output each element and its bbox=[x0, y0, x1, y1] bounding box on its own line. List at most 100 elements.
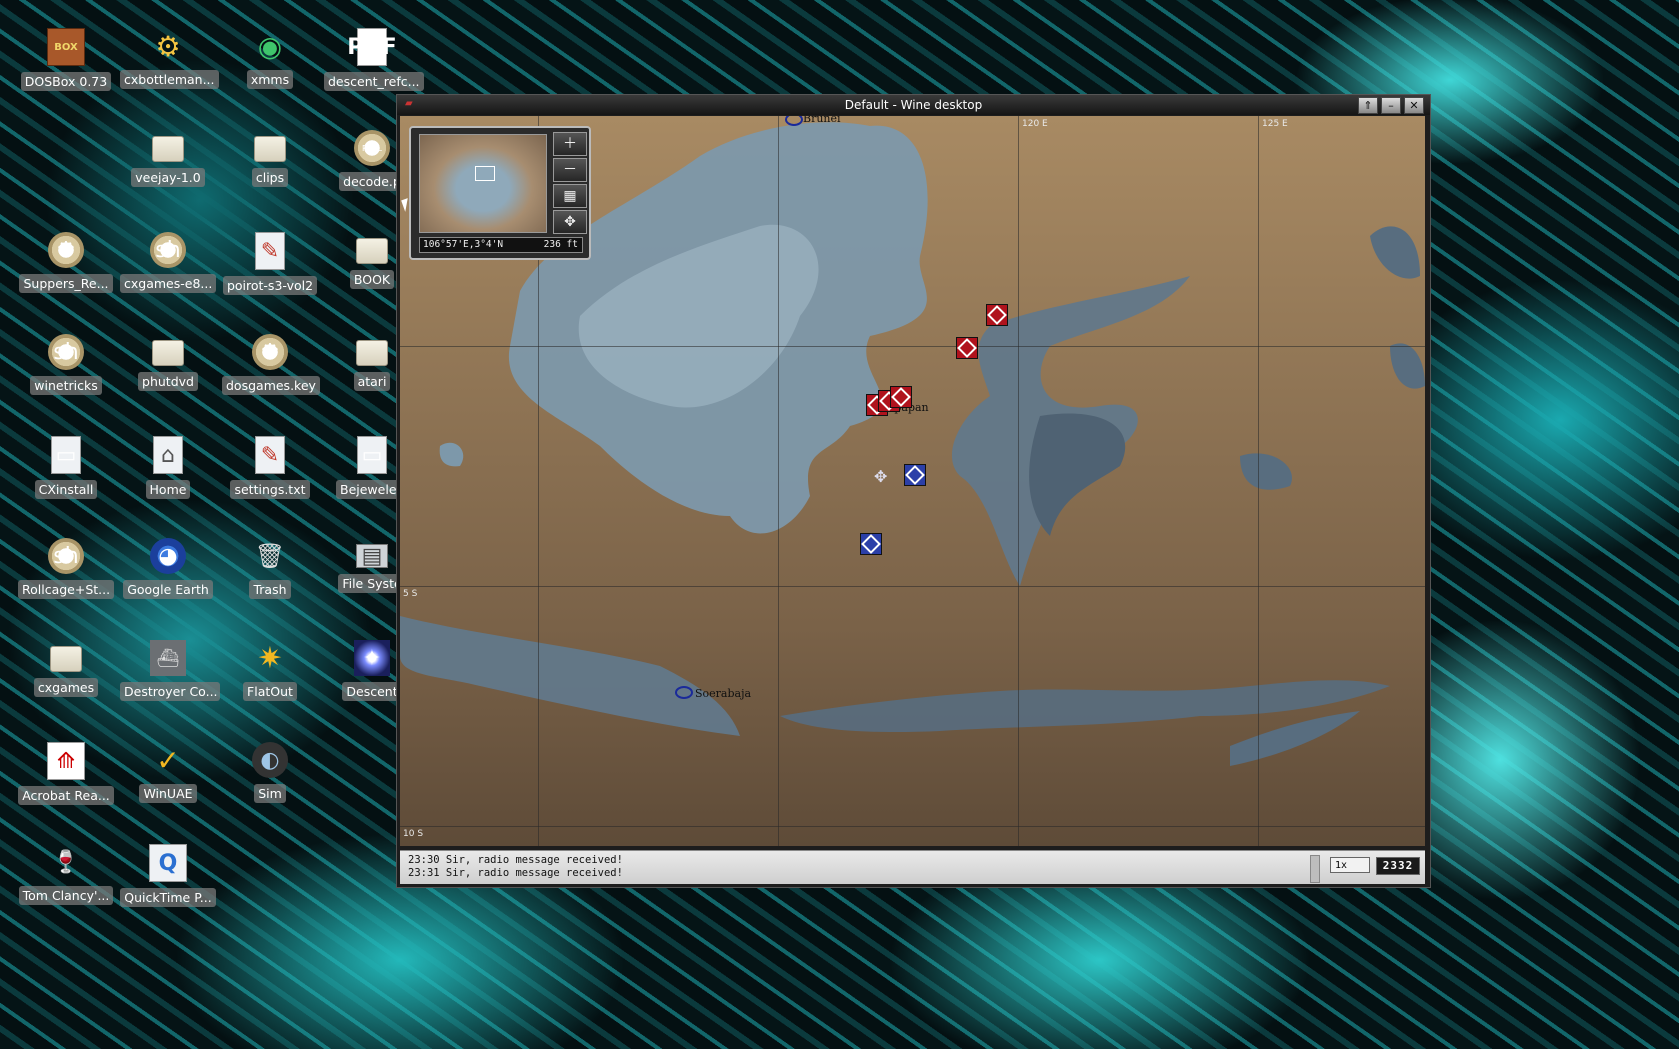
close-button[interactable]: ✕ bbox=[1404, 97, 1424, 114]
pdf-icon: PDF bbox=[347, 28, 397, 66]
desktop-icon-cxbottlemanager[interactable]: ⚙ cxbottleman... bbox=[120, 20, 219, 110]
grid-toggle-icon[interactable]: ▦ bbox=[553, 184, 587, 208]
desktop-icon-trash[interactable]: 🗑 Trash bbox=[222, 530, 318, 620]
desktop-icon-rollcage[interactable]: sh Rollcage+St... bbox=[18, 530, 115, 620]
desktop-icon-label: clips bbox=[251, 168, 289, 187]
starburst-icon: ✦ bbox=[354, 640, 390, 676]
desktop-icon-label: BOOK bbox=[349, 270, 395, 289]
enemy-unit-marker[interactable] bbox=[986, 304, 1008, 326]
desktop-icon-winetricks[interactable]: sh winetricks bbox=[18, 326, 114, 416]
maximize-button[interactable]: ⇑ bbox=[1358, 97, 1378, 114]
grid-label-10s: 10 S bbox=[403, 829, 424, 839]
text-file-icon: ✎ bbox=[255, 232, 285, 270]
center-map-icon[interactable]: ✥ bbox=[553, 210, 587, 234]
folder-icon bbox=[152, 136, 184, 162]
window-titlebar[interactable]: ▰ Default - Wine desktop ⇑ – ✕ bbox=[397, 95, 1430, 115]
perl-icon: PERL bbox=[354, 130, 390, 166]
city-label-soerabaja: Soerabaja bbox=[695, 687, 752, 700]
desktop-icon-phutdvd[interactable]: phutdvd bbox=[120, 326, 216, 416]
desktop-icon-cxgames-e8[interactable]: sh cxgames-e8... bbox=[120, 224, 217, 314]
desktop-icon-label: cxgames-e8... bbox=[120, 274, 217, 293]
text-file-icon: ✎ bbox=[255, 436, 285, 474]
desktop-icon-label: Google Earth bbox=[123, 580, 213, 599]
grid-line bbox=[778, 116, 779, 846]
depth-readout: 236 ft bbox=[543, 239, 578, 250]
unit-symbol-icon bbox=[957, 338, 977, 358]
desktop-icon-destroyer[interactable]: ⛴ Destroyer Co... bbox=[120, 632, 220, 722]
desktop-icon-dosgames-key[interactable]: ⚙ dosgames.key bbox=[222, 326, 320, 416]
desktop-icon-tomclancy[interactable]: 🍷 Tom Clancy'... bbox=[18, 836, 114, 926]
minimap-viewport-rect[interactable] bbox=[475, 166, 495, 181]
flatout-icon: ✷ bbox=[257, 640, 283, 676]
time-compression-field[interactable]: 1x bbox=[1330, 857, 1370, 873]
desktop-icon-home[interactable]: ⌂ Home bbox=[120, 428, 216, 518]
minimap-view[interactable] bbox=[419, 134, 547, 233]
gear-icon: ⚙ bbox=[252, 334, 288, 370]
folder-icon bbox=[152, 340, 184, 366]
acrobat-icon: ⟰ bbox=[47, 742, 85, 780]
desktop-icon-clips[interactable]: clips bbox=[222, 122, 318, 212]
desktop-icon-label: Suppers_Re... bbox=[19, 274, 113, 293]
folder-icon bbox=[356, 340, 388, 366]
desktop-icon-label: WinUAE bbox=[139, 784, 197, 803]
desktop-icon-google-earth[interactable]: ◕ Google Earth bbox=[120, 530, 216, 620]
script-icon: sh bbox=[48, 334, 84, 370]
grid-line bbox=[400, 586, 1425, 587]
friendly-unit-marker[interactable] bbox=[860, 533, 882, 555]
grid-label-120e: 120 E bbox=[1022, 119, 1048, 129]
desktop-icon-label: Tom Clancy'... bbox=[18, 886, 114, 905]
desktop-icon-label: Rollcage+St... bbox=[18, 580, 115, 599]
city-label-brunei: Brunei bbox=[803, 116, 841, 125]
desktop-icon-quicktime[interactable]: Q QuickTime P... bbox=[120, 836, 216, 926]
message-scroll-handle[interactable] bbox=[1310, 855, 1320, 883]
desktop-icon-label: decode.p bbox=[339, 172, 405, 191]
game-clock: 2332 bbox=[1376, 857, 1420, 875]
script-icon: sh bbox=[48, 538, 84, 574]
own-ship-icon[interactable]: ✥ bbox=[874, 467, 887, 486]
enemy-unit-marker[interactable] bbox=[890, 386, 912, 408]
desktop-icon-label: cxgames bbox=[33, 678, 99, 697]
folder-icon bbox=[50, 646, 82, 672]
desktop-icon-settings[interactable]: ✎ settings.txt bbox=[222, 428, 318, 518]
drive-icon: ▤ bbox=[356, 544, 388, 569]
grid-line bbox=[400, 346, 1425, 347]
window-title: Default - Wine desktop bbox=[844, 98, 983, 112]
desktop-icon-dosbox[interactable]: BOX DOSBox 0.73 bbox=[18, 20, 114, 110]
checkmark-icon: ✓ bbox=[156, 743, 180, 777]
coordinate-readout: 106°57'E,3°4'N bbox=[423, 239, 504, 250]
overview-minimap[interactable]: ＋ － ▦ ✥ 106°57'E,3°4'N 236 ft bbox=[409, 126, 591, 260]
desktop-icon-label: QuickTime P... bbox=[120, 888, 216, 907]
gear-icon: ⚙ bbox=[48, 232, 84, 268]
radio-message: 23:31 Sir, radio message received! bbox=[408, 867, 623, 879]
enemy-unit-marker[interactable] bbox=[956, 337, 978, 359]
desktop-icon-label: Acrobat Rea... bbox=[18, 786, 114, 805]
zoom-out-icon[interactable]: － bbox=[553, 158, 587, 182]
desktop-icon-poirot[interactable]: ✎ poirot-s3-vol2 bbox=[222, 224, 318, 314]
desktop-icon-cxinstall[interactable]: ▭ CXinstall bbox=[18, 428, 114, 518]
friendly-unit-marker[interactable] bbox=[904, 464, 926, 486]
desktop-icon-flatout[interactable]: ✷ FlatOut bbox=[222, 632, 318, 722]
wine-desktop-window[interactable]: ▰ Default - Wine desktop ⇑ – ✕ 120 E 125… bbox=[396, 94, 1431, 888]
desktop-icon-cxgames[interactable]: cxgames bbox=[18, 632, 114, 722]
desktop-icon-suppers[interactable]: ⚙ Suppers_Re... bbox=[18, 224, 114, 314]
gear-icon: ⚙ bbox=[155, 29, 181, 63]
desktop-icon-sim[interactable]: ◐ Sim bbox=[222, 734, 318, 824]
tactical-map[interactable]: 120 E 125 E 5 S 10 S Brunei Balikpapan S… bbox=[400, 116, 1425, 846]
java-landmass bbox=[400, 616, 740, 736]
desktop-icon-label: cxbottleman... bbox=[120, 70, 219, 89]
quicktime-icon: Q bbox=[149, 844, 187, 882]
grid-label-5s: 5 S bbox=[403, 589, 418, 599]
minimize-button[interactable]: – bbox=[1381, 97, 1401, 114]
desktop-icon-label: DOSBox 0.73 bbox=[20, 72, 112, 91]
globe-icon: ◕ bbox=[150, 538, 186, 574]
desktop-icon-veejay[interactable]: veejay-1.0 bbox=[120, 122, 216, 212]
desktop-icon-winuae[interactable]: ✓ WinUAE bbox=[120, 734, 216, 824]
city-marker[interactable] bbox=[675, 686, 693, 699]
desktop-icon-label: Sim bbox=[254, 784, 286, 803]
desktop-icon-acrobat[interactable]: ⟰ Acrobat Rea... bbox=[18, 734, 114, 824]
desktop-icon-label: veejay-1.0 bbox=[131, 168, 205, 187]
zoom-in-icon[interactable]: ＋ bbox=[553, 132, 587, 156]
folder-icon bbox=[356, 238, 388, 264]
unit-symbol-icon bbox=[861, 534, 881, 554]
desktop-icon-xmms[interactable]: ◉ xmms bbox=[222, 20, 318, 110]
